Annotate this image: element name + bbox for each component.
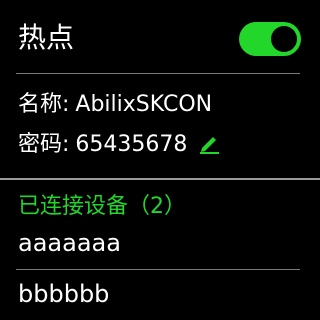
hotspot-screen: 热点 名称: AbilixSKCON 密码: 65435678 已连接设备（2） a… [0,0,320,320]
name-label: 名称: [18,92,70,117]
hotspot-toggle[interactable] [239,22,301,56]
hotspot-name-row: 名称: AbilixSKCON [18,90,212,120]
page-title: 热点 [18,21,75,54]
divider [16,269,300,270]
device-item[interactable]: aaaaaaa [18,228,121,258]
device-item[interactable]: bbbbbb [18,279,109,309]
password-value: 65435678 [75,132,188,157]
divider [16,73,300,74]
connected-devices-header: 已连接设备（2） [18,194,186,219]
password-label: 密码: [18,132,70,157]
hotspot-password-row: 密码: 65435678 [18,130,220,160]
name-value: AbilixSKCON [75,92,213,117]
pencil-edit-icon[interactable] [198,132,220,154]
toggle-knob [271,26,297,52]
section-divider [0,178,320,180]
